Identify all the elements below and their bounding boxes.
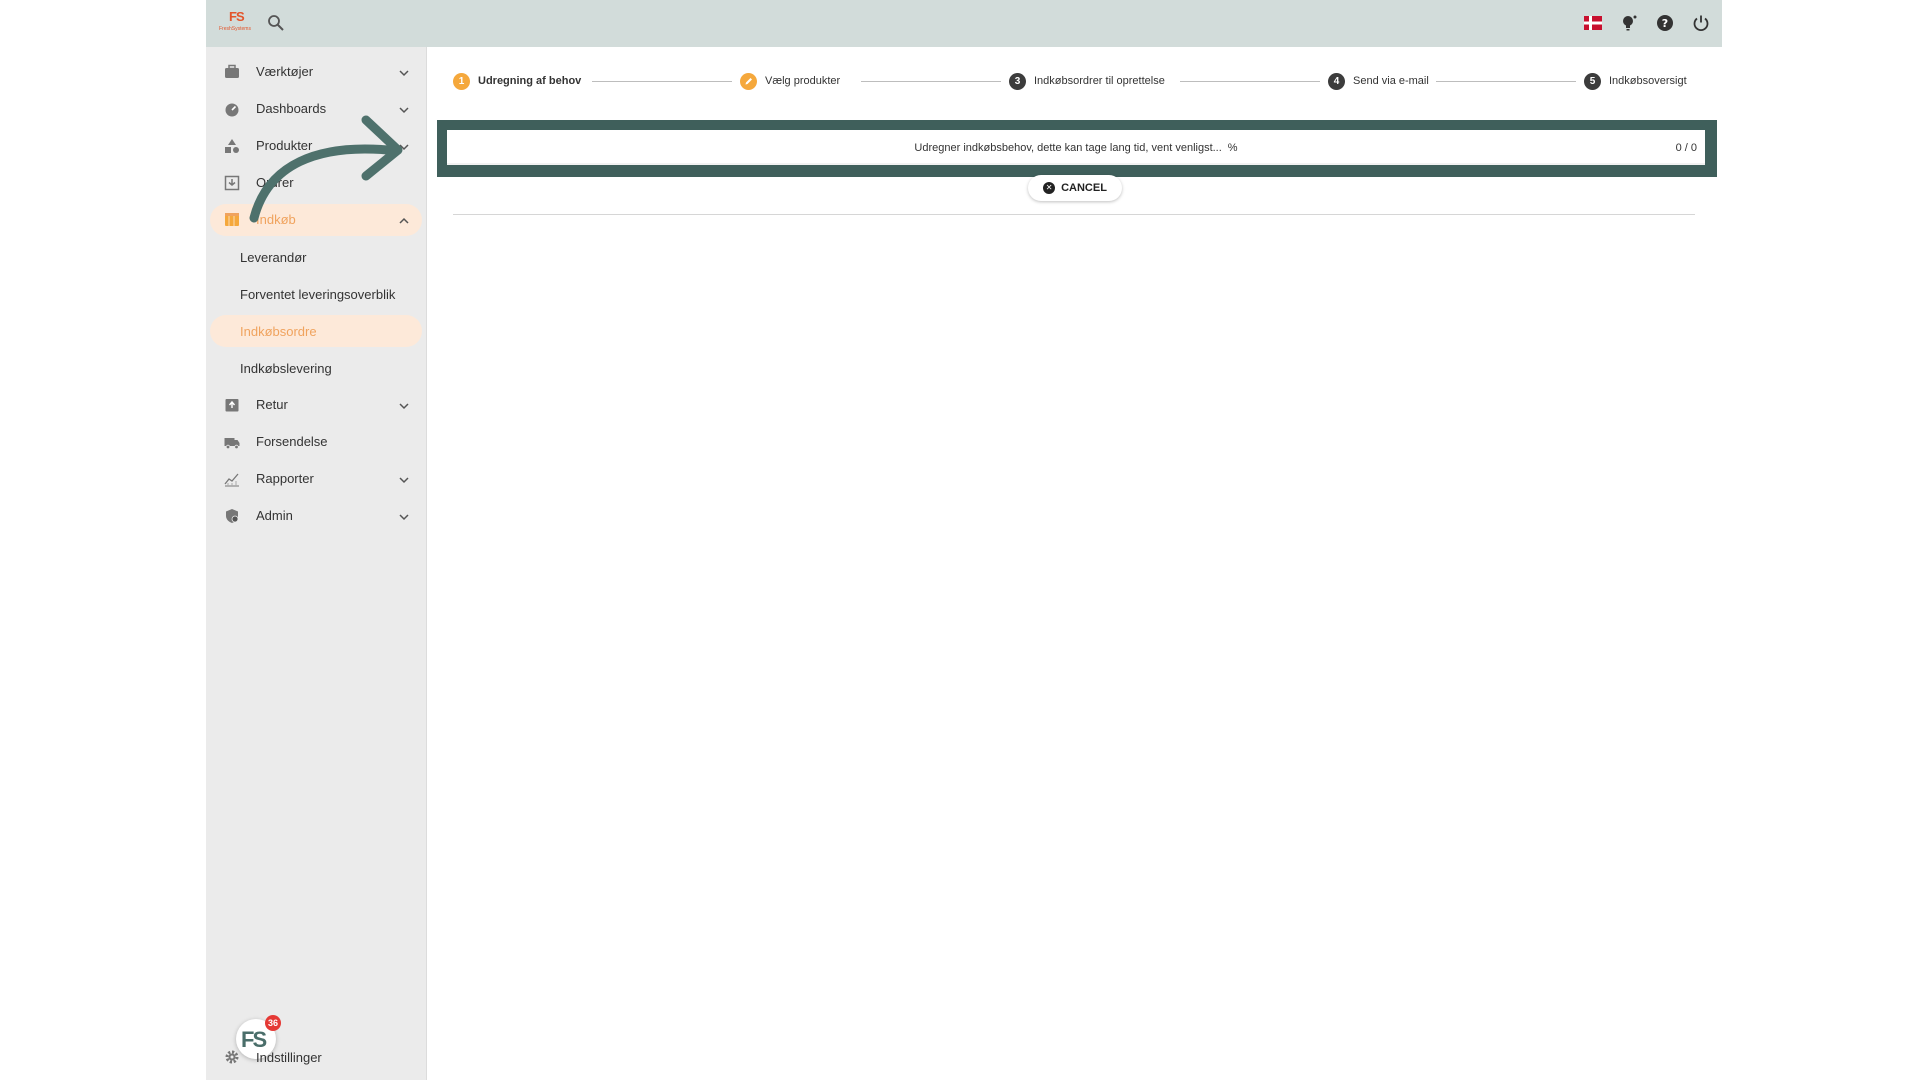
gauge-icon [224, 101, 240, 117]
chevron-down-icon [398, 510, 410, 522]
sidebar-item-indkob[interactable]: Indkøb [210, 204, 422, 236]
sidebar-subitem-label: Indkøbsordre [240, 324, 317, 339]
toolbox-icon [224, 64, 240, 80]
step-indkobsoversigt[interactable]: 5 Indkøbsoversigt [1584, 71, 1687, 91]
top-bar-actions: ? [1582, 12, 1712, 34]
sidebar-subitem-indkobslevering[interactable]: Indkøbslevering [210, 352, 422, 384]
step-label: Indkøbsoversigt [1609, 75, 1687, 87]
sidebar-item-label: Produkter [256, 138, 313, 153]
step-number: 4 [1328, 72, 1345, 90]
chevron-down-icon [398, 66, 410, 78]
step-connector [592, 81, 732, 82]
cancel-button-label: CANCEL [1061, 182, 1107, 194]
sidebar-subitem-indkobsordre[interactable]: Indkøbsordre [210, 315, 422, 347]
notification-count: 36 [265, 1015, 281, 1031]
sidebar-item-produkter[interactable]: Produkter [210, 130, 422, 162]
step-vaelg-produkter[interactable]: Vælg produkter [740, 71, 840, 91]
logo-tagline: FreshSystems [219, 26, 251, 32]
chart-icon [224, 471, 240, 487]
step-label: Send via e-mail [1353, 75, 1429, 87]
shield-icon [224, 508, 240, 524]
sidebar-item-label: Indstillinger [256, 1050, 322, 1065]
sidebar: Værktøjer Dashboards Produkter Ordrer In… [206, 47, 427, 1080]
step-number: 3 [1009, 72, 1026, 90]
lightbulb-icon[interactable] [1618, 12, 1640, 34]
sidebar-item-label: Dashboards [256, 101, 327, 116]
sidebar-subitem-leverandor[interactable]: Leverandør [210, 241, 422, 273]
progress-panel: Udregner indkøbsbehov, dette kan tage la… [447, 130, 1705, 165]
app-window: FS FreshSystems ? Værktøjer Dashboards P… [206, 0, 1722, 1080]
inbox-icon [224, 175, 240, 191]
chevron-down-icon [398, 103, 410, 115]
pencil-icon [740, 72, 757, 90]
sidebar-item-retur[interactable]: Retur [210, 389, 422, 421]
step-label: Udregning af behov [478, 75, 582, 87]
top-bar: FS FreshSystems ? [206, 0, 1722, 47]
power-icon[interactable] [1690, 12, 1712, 34]
sidebar-item-label: Retur [256, 397, 288, 412]
sidebar-subitem-label: Leverandør [240, 250, 307, 265]
app-logo[interactable]: FS FreshSystems [216, 9, 258, 35]
divider [453, 214, 1695, 215]
chevron-up-icon [398, 214, 410, 226]
svg-text:?: ? [1662, 17, 1668, 30]
progress-count: 0 / 0 [1675, 142, 1697, 154]
sidebar-item-indstillinger[interactable]: Indstillinger [210, 1042, 422, 1072]
truck-icon [224, 434, 240, 450]
step-connector [1180, 81, 1320, 82]
return-box-icon [224, 397, 240, 413]
step-connector [1436, 81, 1576, 82]
progress-percent: % [1227, 142, 1238, 154]
logo-mark: FS [229, 9, 245, 24]
sidebar-subitem-forventet-leveringsoverblik[interactable]: Forventet leveringsoverblik [210, 278, 422, 310]
step-number: 5 [1584, 72, 1601, 90]
gear-icon [224, 1049, 240, 1065]
sidebar-item-rapporter[interactable]: Rapporter [210, 463, 422, 495]
sidebar-item-label: Værktøjer [256, 64, 314, 79]
close-icon: ✕ [1043, 182, 1056, 194]
shapes-icon [224, 138, 240, 154]
sidebar-item-vaerktojer[interactable]: Værktøjer [210, 56, 422, 88]
sidebar-item-dashboards[interactable]: Dashboards [210, 93, 422, 125]
stepper: 1 Udregning af behov Vælg produkter 3 In… [453, 71, 1695, 91]
step-label: Vælg produkter [765, 75, 841, 87]
sidebar-item-label: Admin [256, 508, 293, 523]
step-indkobsordrer-til-oprettelse[interactable]: 3 Indkøbsordrer til oprettelse [1009, 71, 1165, 91]
main-content: 1 Udregning af behov Vælg produkter 3 In… [427, 47, 1722, 1080]
sidebar-item-label: Forsendelse [256, 434, 328, 449]
step-send-via-e-mail[interactable]: 4 Send via e-mail [1328, 71, 1429, 91]
chevron-down-icon [398, 140, 410, 152]
search-icon[interactable] [266, 13, 286, 33]
sidebar-item-ordrer[interactable]: Ordrer [210, 167, 422, 199]
progress-message: Udregner indkøbsbehov, dette kan tage la… [914, 142, 1222, 154]
sidebar-subitem-label: Indkøbslevering [240, 361, 332, 376]
sidebar-item-label: Ordrer [256, 175, 294, 190]
help-icon[interactable]: ? [1654, 12, 1676, 34]
chevron-down-icon [398, 399, 410, 411]
sidebar-item-label: Rapporter [256, 471, 314, 486]
store-icon [224, 212, 240, 228]
cancel-button[interactable]: ✕ CANCEL [1028, 175, 1122, 201]
sidebar-subitem-label: Forventet leveringsoverblik [240, 287, 396, 302]
progress-bar [447, 163, 1705, 165]
danish-flag-icon[interactable] [1582, 12, 1604, 34]
step-udregning-af-behov[interactable]: 1 Udregning af behov [453, 71, 581, 91]
step-connector [861, 81, 1001, 82]
progress-highlight-frame: Udregner indkøbsbehov, dette kan tage la… [437, 120, 1717, 177]
step-label: Indkøbsordrer til oprettelse [1034, 75, 1165, 87]
progress-message-row: Udregner indkøbsbehov, dette kan tage la… [447, 142, 1705, 154]
sidebar-item-admin[interactable]: Admin [210, 500, 422, 532]
sidebar-item-forsendelse[interactable]: Forsendelse [210, 426, 422, 458]
sidebar-item-label: Indkøb [256, 212, 296, 227]
step-number: 1 [453, 72, 470, 90]
chevron-down-icon [398, 473, 410, 485]
